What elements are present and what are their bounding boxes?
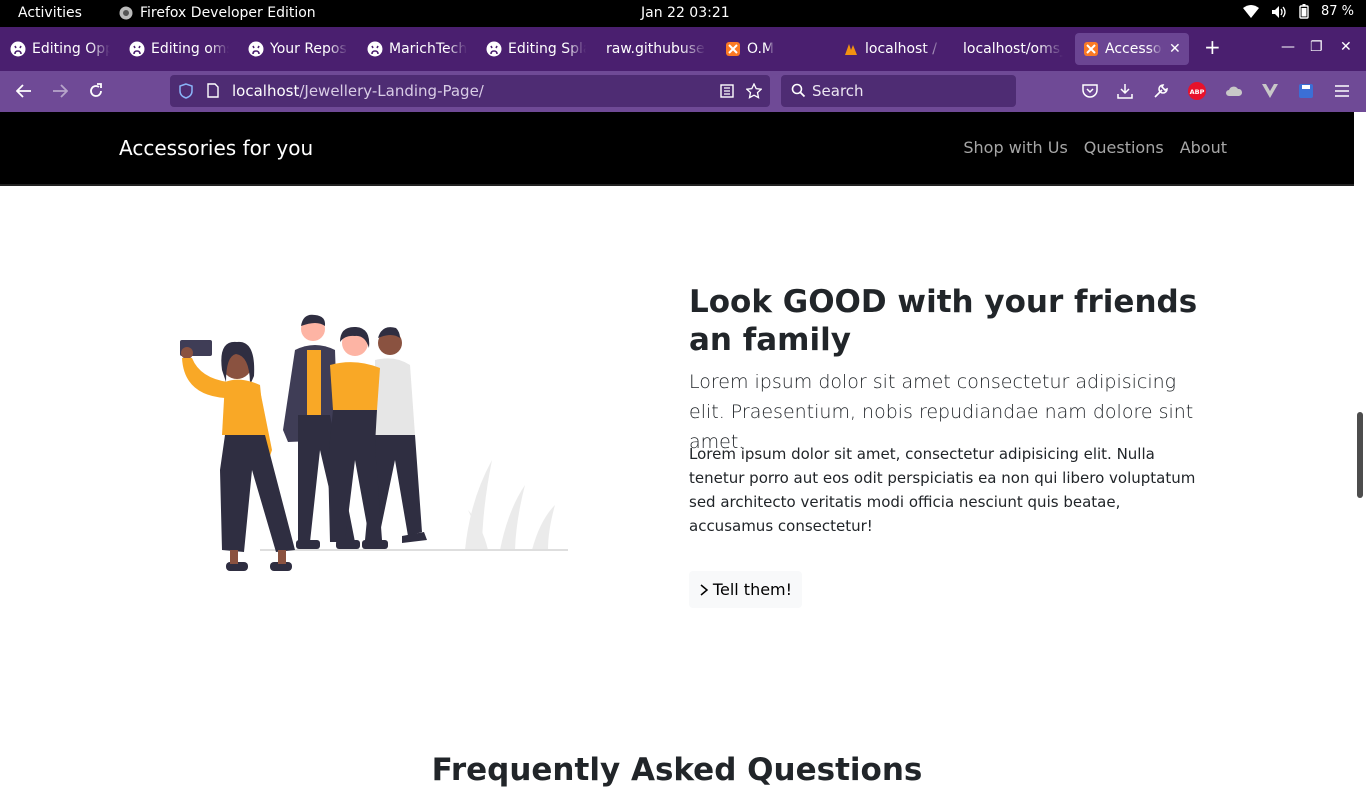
tab-label: localhost/oms_ — [963, 41, 1063, 57]
reload-icon[interactable] — [86, 81, 106, 101]
xampp-icon — [1084, 42, 1098, 56]
adblock-plus-icon[interactable]: ABP — [1187, 81, 1207, 101]
url-host: localhost — [232, 82, 300, 100]
hero-body: Lorem ipsum dolor sit amet, consectetur … — [689, 445, 1196, 535]
tab-label: Accessories for you — [1105, 41, 1163, 57]
extension-cloud-icon[interactable] — [1224, 81, 1244, 101]
chevron-right-icon — [700, 583, 709, 596]
tab-raw-githubusercontent[interactable]: raw.githubusercontent — [606, 33, 706, 65]
system-tray[interactable]: 87 % — [1242, 4, 1354, 19]
url-text[interactable]: localhost/Jewellery-Landing-Page/ — [232, 82, 484, 100]
tell-them-button[interactable]: Tell them! — [689, 571, 802, 608]
github-icon — [367, 41, 383, 57]
friends-illustration — [180, 314, 568, 571]
tab-editing-splash[interactable]: Editing Splash — [486, 33, 586, 65]
site-navbar: Accessories for you Shop with Us Questio… — [0, 112, 1354, 186]
bookmark-star-icon[interactable] — [746, 83, 762, 99]
wrench-icon[interactable] — [1151, 81, 1171, 101]
site-nav: Shop with Us Questions About — [963, 138, 1227, 157]
browser-tab-bar: Editing Opportunities Editing oms Your R… — [0, 27, 1366, 71]
url-bar[interactable]: localhost/Jewellery-Landing-Page/ — [170, 75, 770, 107]
xampp-icon — [726, 42, 740, 56]
close-window-icon[interactable]: ✕ — [1340, 39, 1352, 55]
site-brand[interactable]: Accessories for you — [119, 136, 313, 160]
vue-devtools-icon[interactable] — [1260, 81, 1280, 101]
tab-label: O.M — [747, 41, 774, 57]
tab-accessories-for-you[interactable]: Accessories for you ✕ — [1075, 33, 1189, 65]
tab-label: raw.githubusercontent — [606, 41, 706, 57]
github-icon — [248, 41, 264, 57]
browser-toolbar: localhost/Jewellery-Landing-Page/ Search… — [0, 71, 1366, 112]
tab-marichtech[interactable]: MarichTech — [367, 33, 467, 65]
close-tab-icon[interactable]: ✕ — [1169, 41, 1181, 57]
nav-questions[interactable]: Questions — [1084, 138, 1164, 157]
github-icon — [10, 41, 26, 57]
forward-arrow-icon[interactable] — [50, 81, 70, 101]
nav-shop-with-us[interactable]: Shop with Us — [963, 138, 1067, 157]
tab-label: localhost / localhost — [865, 41, 943, 57]
app-name: Firefox Developer Edition — [140, 5, 316, 21]
shield-icon[interactable] — [179, 83, 193, 99]
activities-button[interactable]: Activities — [18, 5, 82, 21]
tab-label: MarichTech — [389, 41, 467, 57]
minimize-icon[interactable]: — — [1281, 39, 1295, 55]
os-top-bar: Activities Firefox Developer Edition Jan… — [0, 0, 1366, 27]
hamburger-menu-icon[interactable] — [1332, 81, 1352, 101]
pocket-icon[interactable] — [1080, 81, 1100, 101]
tab-editing-oms[interactable]: Editing oms — [129, 33, 229, 65]
phpmyadmin-icon — [845, 44, 857, 55]
search-placeholder: Search — [812, 82, 864, 100]
save-extension-icon[interactable] — [1296, 81, 1316, 101]
tell-them-label: Tell them! — [712, 580, 793, 599]
tab-om[interactable]: O.M — [725, 33, 825, 65]
battery-icon — [1299, 4, 1309, 19]
reader-view-icon[interactable] — [720, 84, 734, 98]
page-icon — [207, 83, 219, 98]
search-bar[interactable]: Search — [781, 75, 1016, 107]
tab-localhost-pma[interactable]: localhost / localhost — [843, 33, 943, 65]
clock[interactable]: Jan 22 03:21 — [641, 5, 730, 21]
nav-about[interactable]: About — [1180, 138, 1227, 157]
scrollbar-thumb[interactable] — [1357, 412, 1363, 498]
downloads-icon[interactable] — [1115, 81, 1135, 101]
new-tab-plus-icon[interactable]: + — [1204, 35, 1221, 59]
volume-icon — [1271, 5, 1286, 18]
tab-your-repositories[interactable]: Your Repositories — [248, 33, 348, 65]
firefox-dev-icon — [119, 6, 133, 20]
url-path: /Jewellery-Landing-Page/ — [299, 82, 484, 100]
tab-label: Editing oms — [151, 41, 229, 57]
back-arrow-icon[interactable] — [14, 81, 34, 101]
tab-label: Editing Splash — [508, 41, 586, 57]
wifi-icon — [1242, 4, 1259, 18]
tab-label: Your Repositories — [270, 41, 348, 57]
svg-text:ABP: ABP — [1190, 88, 1205, 96]
tab-editing-opportunities[interactable]: Editing Opportunities — [10, 33, 110, 65]
github-icon — [129, 41, 145, 57]
hero-heading: Look GOOD with your friends an family — [689, 284, 1198, 358]
tab-localhost-oms[interactable]: localhost/oms_ — [963, 33, 1063, 65]
search-icon — [791, 83, 806, 98]
battery-percent: 87 % — [1320, 4, 1354, 19]
tab-label: Editing Opportunities — [32, 41, 110, 57]
app-menu[interactable]: Firefox Developer Edition — [118, 5, 316, 21]
github-icon — [486, 41, 502, 57]
maximize-icon[interactable]: ❐ — [1310, 39, 1323, 55]
faq-heading: Frequently Asked Questions — [431, 752, 923, 788]
